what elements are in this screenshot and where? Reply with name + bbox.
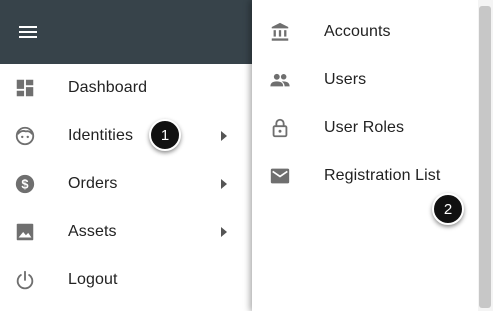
nav-label-orders: Orders: [68, 175, 118, 192]
step-badge-2: 2: [432, 193, 464, 225]
nav-label-assets: Assets: [68, 223, 117, 240]
app-window: Dashboard Identities $ Orders Assets Log…: [0, 0, 493, 311]
step-badge-1: 1: [149, 119, 181, 151]
bank-icon: [268, 20, 292, 44]
menu-button[interactable]: [12, 16, 44, 48]
dollar-icon: $: [13, 172, 37, 196]
svg-text:$: $: [21, 177, 28, 192]
submenu-item-accounts[interactable]: Accounts: [252, 8, 478, 56]
scrollbar-thumb[interactable]: [479, 6, 491, 308]
chevron-right-icon: [219, 178, 229, 190]
submenu-label-accounts: Accounts: [324, 23, 391, 40]
submenu-item-user-roles[interactable]: User Roles: [252, 104, 478, 152]
mail-icon: [268, 164, 292, 188]
hamburger-menu-icon: [19, 26, 37, 38]
nav-label-identities: Identities: [68, 127, 134, 144]
nav-label-dashboard: Dashboard: [68, 79, 148, 96]
submenu-label-users: Users: [324, 71, 367, 88]
nav-item-orders[interactable]: $ Orders: [0, 160, 252, 208]
nav-item-assets[interactable]: Assets: [0, 208, 252, 256]
people-icon: [268, 68, 292, 92]
submenu-label-user-roles: User Roles: [324, 119, 405, 136]
lock-icon: [268, 116, 292, 140]
nav-item-logout[interactable]: Logout: [0, 256, 252, 304]
submenu-item-users[interactable]: Users: [252, 56, 478, 104]
dashboard-icon: [13, 76, 37, 100]
face-icon: [13, 124, 37, 148]
image-icon: [13, 220, 37, 244]
identities-submenu: Accounts Users User Roles Registration L…: [252, 0, 478, 311]
chevron-right-icon: [219, 226, 229, 238]
nav-item-dashboard[interactable]: Dashboard: [0, 64, 252, 112]
nav-item-identities[interactable]: Identities: [0, 112, 252, 160]
navigation-drawer: Dashboard Identities $ Orders Assets Log…: [0, 64, 252, 311]
submenu-label-registration-list: Registration List: [324, 167, 441, 184]
power-icon: [13, 268, 37, 292]
nav-label-logout: Logout: [68, 271, 118, 288]
chevron-right-icon: [219, 130, 229, 142]
